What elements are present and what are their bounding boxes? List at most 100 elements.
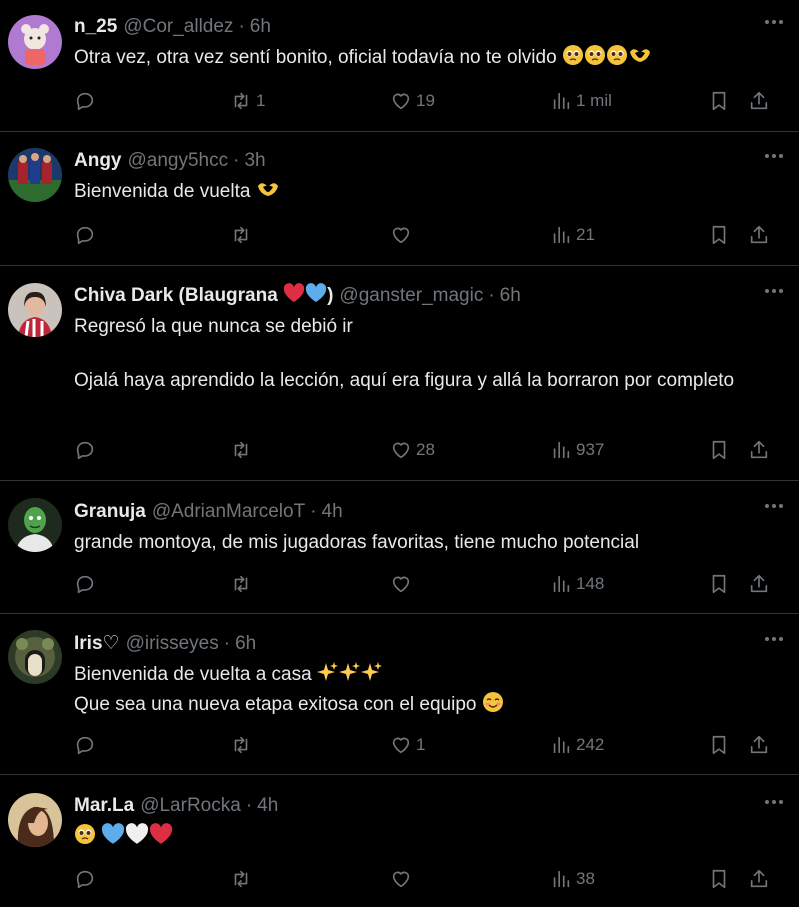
like-count: 19 xyxy=(416,91,435,110)
tweet-1[interactable]: n_25 @Cor_alldez · 6h Otra vez, otra vez… xyxy=(0,0,799,132)
share-button[interactable] xyxy=(748,732,770,758)
tweet-header: Granuja @AdrianMarceloT · 4h xyxy=(74,500,783,524)
timestamp[interactable]: 4h xyxy=(257,794,278,818)
reply-button[interactable] xyxy=(74,437,100,463)
bookmark-button[interactable] xyxy=(708,571,730,597)
heart-hands-emoji xyxy=(256,178,280,208)
tweet-header: Chiva Dark (Blaugrana ) @ganster_magic ·… xyxy=(74,282,783,310)
views-button[interactable]: 38 xyxy=(550,866,595,892)
timestamp[interactable]: 6h xyxy=(500,284,521,308)
reply-button[interactable] xyxy=(74,866,100,892)
avatar[interactable] xyxy=(8,148,62,202)
reply-button[interactable] xyxy=(74,732,100,758)
retweet-button[interactable] xyxy=(230,222,256,248)
retweet-button[interactable] xyxy=(230,866,256,892)
more-options-button[interactable] xyxy=(759,629,789,649)
bookmark-button[interactable] xyxy=(708,866,730,892)
bookmark-button[interactable] xyxy=(708,437,730,463)
timestamp[interactable]: 6h xyxy=(235,632,256,656)
retweet-icon xyxy=(234,92,248,110)
timestamp[interactable]: 3h xyxy=(244,149,265,173)
blue-heart-emoji xyxy=(101,823,125,853)
bookmark-icon xyxy=(712,440,726,460)
views-button[interactable]: 21 xyxy=(550,222,595,248)
more-options-button[interactable] xyxy=(759,146,789,166)
view-count: 937 xyxy=(576,440,605,459)
views-button[interactable]: 242 xyxy=(550,732,604,758)
heart-icon xyxy=(392,576,410,593)
like-button[interactable]: 28 xyxy=(390,437,435,463)
blue-heart-emoji xyxy=(305,282,327,310)
red-heart-emoji xyxy=(283,282,305,310)
user-handle[interactable]: @angy5hcc xyxy=(128,149,229,173)
retweet-button[interactable] xyxy=(230,732,256,758)
display-name[interactable]: Mar.La xyxy=(74,794,134,818)
tweet-actions: 1 242 xyxy=(74,732,783,758)
like-button[interactable] xyxy=(390,571,416,597)
like-button[interactable] xyxy=(390,866,416,892)
view-count: 148 xyxy=(576,574,605,593)
user-handle[interactable]: @ganster_magic xyxy=(339,284,483,308)
heart-icon xyxy=(392,737,410,754)
share-icon xyxy=(750,574,768,593)
retweet-button[interactable] xyxy=(230,437,256,463)
tweet-3[interactable]: Chiva Dark (Blaugrana ) @ganster_magic ·… xyxy=(0,266,799,481)
tweet-4[interactable]: Granuja @AdrianMarceloT · 4h grande mont… xyxy=(0,481,799,614)
tweet-2[interactable]: Angy @angy5hcc · 3h Bienvenida de vuelta… xyxy=(0,132,799,266)
views-button[interactable]: 937 xyxy=(550,437,604,463)
more-options-button[interactable] xyxy=(759,12,789,32)
avatar[interactable] xyxy=(8,498,62,552)
like-button[interactable]: 19 xyxy=(390,88,435,114)
user-handle[interactable]: @AdrianMarceloT xyxy=(152,500,305,524)
share-button[interactable] xyxy=(748,88,770,114)
display-name[interactable]: Chiva Dark (Blaugrana ) xyxy=(74,282,334,310)
avatar[interactable] xyxy=(8,15,62,69)
timestamp[interactable]: 4h xyxy=(322,500,343,524)
timestamp[interactable]: 6h xyxy=(250,15,271,39)
reply-button[interactable] xyxy=(74,88,100,114)
display-name-suffix: ) xyxy=(327,285,334,306)
share-button[interactable] xyxy=(748,866,770,892)
display-name[interactable]: Angy xyxy=(74,149,122,173)
reply-icon xyxy=(76,441,94,460)
reply-icon xyxy=(76,870,94,889)
separator-dot: · xyxy=(233,150,240,171)
views-button[interactable]: 148 xyxy=(550,571,604,597)
reply-button[interactable] xyxy=(74,571,100,597)
user-handle[interactable]: @LarRocka xyxy=(140,794,241,818)
reply-button[interactable] xyxy=(74,222,100,248)
retweet-button[interactable]: 1 xyxy=(230,88,265,114)
more-options-button[interactable] xyxy=(759,281,789,301)
view-count: 38 xyxy=(576,869,595,888)
display-name[interactable]: n_25 xyxy=(74,15,117,39)
more-options-button[interactable] xyxy=(759,496,789,516)
reply-icon xyxy=(76,736,94,755)
bookmark-button[interactable] xyxy=(708,732,730,758)
user-handle[interactable]: @irisseyes xyxy=(126,632,219,656)
bookmark-button[interactable] xyxy=(708,88,730,114)
avatar[interactable] xyxy=(8,630,62,684)
tweet-header: Mar.La @LarRocka · 4h xyxy=(74,794,783,818)
display-name[interactable]: Iris♡ xyxy=(74,632,120,656)
tweet-text: Bienvenida de vuelta xyxy=(74,178,783,208)
avatar[interactable] xyxy=(8,283,62,337)
tweet-6[interactable]: Mar.La @LarRocka · 4h 38 xyxy=(0,775,799,907)
retweet-icon xyxy=(234,575,248,593)
bookmark-button[interactable] xyxy=(708,222,730,248)
display-name[interactable]: Granuja xyxy=(74,500,146,524)
user-handle[interactable]: @Cor_alldez xyxy=(123,15,233,39)
retweet-button[interactable] xyxy=(230,571,256,597)
like-button[interactable] xyxy=(390,222,416,248)
share-button[interactable] xyxy=(748,437,770,463)
retweet-icon xyxy=(234,736,248,754)
separator-dot: · xyxy=(488,285,495,306)
views-button[interactable]: 1 mil xyxy=(550,88,612,114)
white-heart-emoji xyxy=(125,823,149,853)
like-button[interactable]: 1 xyxy=(390,732,425,758)
avatar[interactable] xyxy=(8,793,62,847)
view-count: 21 xyxy=(576,225,595,244)
tweet-5[interactable]: Iris♡ @irisseyes · 6h Bienvenida de vuel… xyxy=(0,614,799,775)
share-button[interactable] xyxy=(748,222,770,248)
share-button[interactable] xyxy=(748,571,770,597)
more-options-button[interactable] xyxy=(759,792,789,812)
